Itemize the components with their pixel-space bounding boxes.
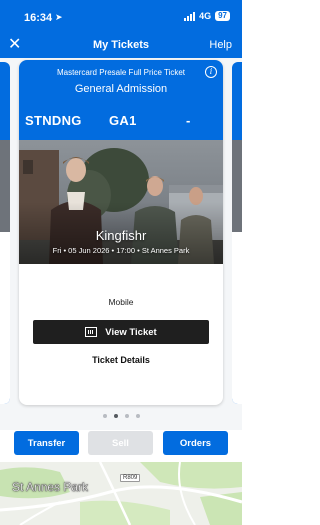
carousel-dot[interactable] <box>124 414 129 418</box>
orders-button[interactable]: Orders <box>163 431 228 455</box>
carousel-dots <box>0 414 242 418</box>
network-label: 4G <box>199 11 212 21</box>
venue-map[interactable]: St Annes Park R809 <box>0 462 242 525</box>
battery-icon: 97 <box>215 11 230 21</box>
location-arrow-icon: ➤ <box>55 12 63 22</box>
artist-name: Kingfishr <box>95 228 147 243</box>
carousel-dot[interactable] <box>102 414 107 418</box>
admission-type: General Admission <box>74 83 168 95</box>
road-label: R809 <box>120 474 141 482</box>
app-header: ✕ My Tickets Help <box>0 34 242 58</box>
view-ticket-label: View Ticket <box>105 326 157 338</box>
row-code: GA1 <box>109 113 137 128</box>
presale-label: Mastercard Presale Full Price Ticket <box>56 68 186 77</box>
next-ticket-card[interactable] <box>232 62 242 404</box>
ticket-actions: Transfer Sell Orders <box>0 430 242 463</box>
carousel-dot[interactable] <box>113 414 118 418</box>
map-place-label: St Annes Park <box>12 480 89 494</box>
help-link[interactable]: Help <box>209 39 232 51</box>
delivery-method: Mobile <box>108 297 134 307</box>
carousel-dot[interactable] <box>135 414 140 418</box>
seat-code: - <box>186 113 191 128</box>
transfer-button[interactable]: Transfer <box>14 431 79 455</box>
previous-ticket-card[interactable] <box>0 62 10 404</box>
status-time: 16:34 <box>24 12 53 24</box>
ticket-header: Mastercard Presale Full Price Ticket i G… <box>19 60 223 140</box>
status-bar: 16:34 ➤ 4G 97 <box>0 0 242 34</box>
signal-icon <box>184 11 196 21</box>
ticket-details-link[interactable]: Ticket Details <box>19 355 223 365</box>
view-ticket-button[interactable]: View Ticket <box>33 320 209 344</box>
info-icon[interactable]: i <box>205 66 217 78</box>
ticket-card: Mastercard Presale Full Price Ticket i G… <box>19 60 223 405</box>
sell-button: Sell <box>88 431 153 455</box>
status-indicators: 4G 97 <box>184 11 230 21</box>
event-details: Fri • 05 Jun 2026 • 17:00 • St Annes Par… <box>52 246 190 255</box>
page-title: My Tickets <box>92 39 150 51</box>
section-code: STNDNG <box>25 113 82 128</box>
barcode-icon <box>85 327 98 337</box>
